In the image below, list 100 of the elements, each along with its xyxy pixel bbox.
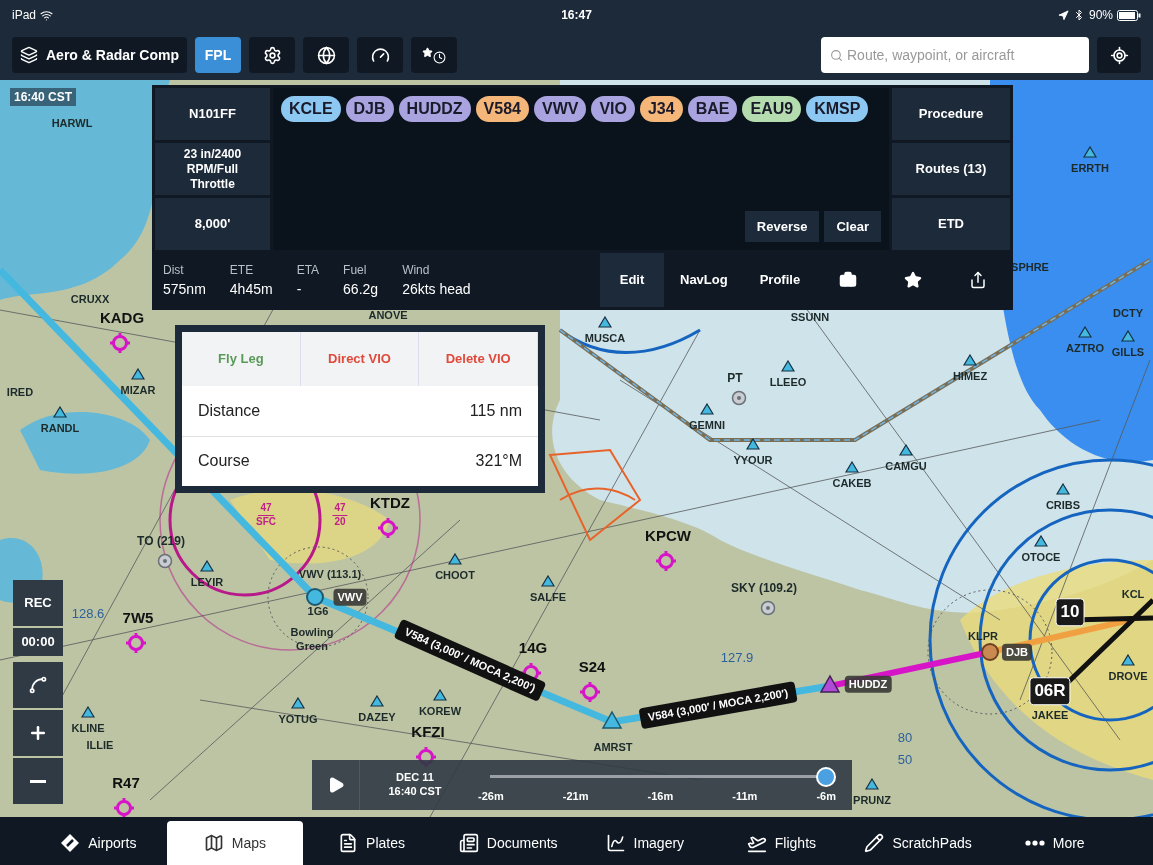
plus-icon <box>28 723 48 743</box>
route-action-button[interactable]: Reverse <box>744 211 820 242</box>
share-icon[interactable] <box>968 271 987 289</box>
battery-percent: 90% <box>1088 7 1113 24</box>
airport-icon <box>125 632 147 654</box>
flight-plan-button[interactable]: Routes (13) <box>892 143 1010 195</box>
power-setting-button[interactable]: 23 in/2400 RPM/Full Throttle <box>155 143 270 195</box>
route-action-button[interactable]: Clear <box>824 211 881 242</box>
waypoint-triangle-icon <box>1078 326 1092 338</box>
waypoint-chip[interactable]: V584 <box>475 96 529 122</box>
waypoint-triangle-icon <box>598 316 612 328</box>
layers-button[interactable]: Aero & Radar Comp <box>12 37 188 73</box>
waypoint-chip[interactable]: KMSP <box>806 96 869 122</box>
tab-bar-item[interactable]: Airports <box>30 821 167 865</box>
toolbar-button[interactable] <box>303 37 350 73</box>
waypoint-chip[interactable]: DJB <box>345 96 394 122</box>
flight-plan-button[interactable]: Procedure <box>892 88 1010 140</box>
map-time: 16:40 CST <box>10 88 77 106</box>
plates-icon <box>338 833 359 853</box>
runway-label: 10 <box>1055 598 1085 626</box>
waypoint-chip[interactable]: VWV <box>533 96 587 122</box>
documents-icon <box>458 833 479 853</box>
map-label: JAKEE <box>1031 709 1069 723</box>
tab-bar-item[interactable]: ScratchPads <box>849 821 987 865</box>
search-icon <box>830 49 843 62</box>
waypoint-label: KLINE <box>71 720 105 736</box>
waypoint-chip[interactable]: J34 <box>639 96 683 122</box>
waypoint-chip[interactable]: VIO <box>591 96 635 122</box>
record-timer: 00:00 <box>13 628 63 656</box>
waypoint-label: OTOCE <box>1021 549 1061 565</box>
waypoint-triangle-icon <box>865 778 879 790</box>
info-label: Distance <box>198 400 261 421</box>
toolbar-button[interactable] <box>249 37 296 73</box>
tab-bar-item[interactable]: More <box>986 821 1123 865</box>
waypoint-triangle-icon <box>131 368 145 380</box>
waypoint-label: CAMGU <box>885 458 927 474</box>
tab-bar-item[interactable]: Documents <box>439 821 577 865</box>
waypoint-chip[interactable]: BAE <box>687 96 738 122</box>
star-icon[interactable] <box>904 271 923 289</box>
tab-bar-item[interactable]: Maps <box>166 821 304 865</box>
map-label: 1G6 <box>307 605 329 619</box>
star-icon <box>422 46 434 58</box>
search-field[interactable]: Route, waypoint, or aircraft <box>821 37 1089 73</box>
aircraft-button[interactable]: N101FF <box>155 88 270 140</box>
waypoint-chip[interactable]: KCLE <box>281 96 341 122</box>
toolbar-button[interactable] <box>411 37 458 73</box>
zoom-in-button[interactable] <box>13 710 63 756</box>
altitude-button[interactable]: 8,000' <box>155 198 270 250</box>
tab-bar-item[interactable]: Flights <box>713 821 850 865</box>
airport-icon <box>377 517 399 539</box>
locate-button[interactable] <box>1097 37 1141 73</box>
stat-label: Wind <box>402 261 431 279</box>
map-label: IRED <box>6 386 34 400</box>
timeline-tick-label: -16m <box>647 788 674 804</box>
flight-plan-tab[interactable]: Edit <box>600 253 664 307</box>
waypoint-triangle-icon <box>1121 330 1135 342</box>
navaid-icon <box>731 390 747 406</box>
airport-label: KPCW <box>645 525 691 546</box>
stat-value: 575nm <box>163 279 206 299</box>
globe-icon <box>316 45 336 65</box>
waypoint-label: AZTRO <box>1066 340 1104 356</box>
more-icon <box>1024 840 1045 846</box>
stat-label: ETA <box>296 261 320 279</box>
record-button[interactable]: REC <box>13 580 63 626</box>
airport-label: S24 <box>578 656 606 677</box>
toolbar-button[interactable] <box>357 37 404 73</box>
map-label: ANOVE <box>368 309 408 323</box>
timeline-date: DEC 11 <box>396 771 434 785</box>
waypoint-triangle-icon <box>963 354 977 366</box>
waypoint-label: RANDL <box>40 420 80 436</box>
map-label: KCL <box>1121 588 1145 602</box>
map-label: SPHRE <box>1011 261 1049 275</box>
airport-label: KTDZ <box>370 492 410 513</box>
popup-action-button[interactable]: Direct VIO <box>300 332 420 386</box>
waypoint-label: GEMNI <box>688 417 726 433</box>
route-waypoint-icon <box>306 588 324 606</box>
zoom-out-button[interactable] <box>13 758 63 804</box>
navaid-icon <box>157 553 173 569</box>
waypoint-chip[interactable]: HUDDZ <box>398 96 471 122</box>
waypoint-label: CRIBS <box>1045 497 1081 513</box>
tab-bar-item[interactable]: Plates <box>303 821 440 865</box>
route-tool-button[interactable] <box>13 662 63 708</box>
timeline-tick-label: -6m <box>816 788 836 804</box>
waypoint-chip[interactable]: EAU9 <box>742 96 802 122</box>
waypoint-triangle-icon <box>1083 146 1097 158</box>
tab-bar-item[interactable]: Imagery <box>576 821 714 865</box>
scratchpads-icon <box>864 833 885 853</box>
maps-icon <box>203 833 224 853</box>
waypoint-triangle-icon <box>291 697 305 709</box>
waypoint-label: CHOOT <box>435 567 475 583</box>
info-value: 321°M <box>475 451 522 472</box>
popup-action-button[interactable]: Delete VIO <box>419 332 538 386</box>
airport-label: KFZI <box>411 721 445 742</box>
waypoint-label: DAZEY <box>358 709 396 725</box>
flight-plan-button[interactable]: ETD <box>892 198 1010 250</box>
waypoint-triangle-icon <box>1056 483 1070 495</box>
flight-plan-tab[interactable]: Profile <box>743 253 817 307</box>
briefcase-icon[interactable] <box>839 271 858 289</box>
map-label: AMRST <box>593 741 633 755</box>
flight-plan-tab[interactable]: NavLog <box>664 253 744 307</box>
